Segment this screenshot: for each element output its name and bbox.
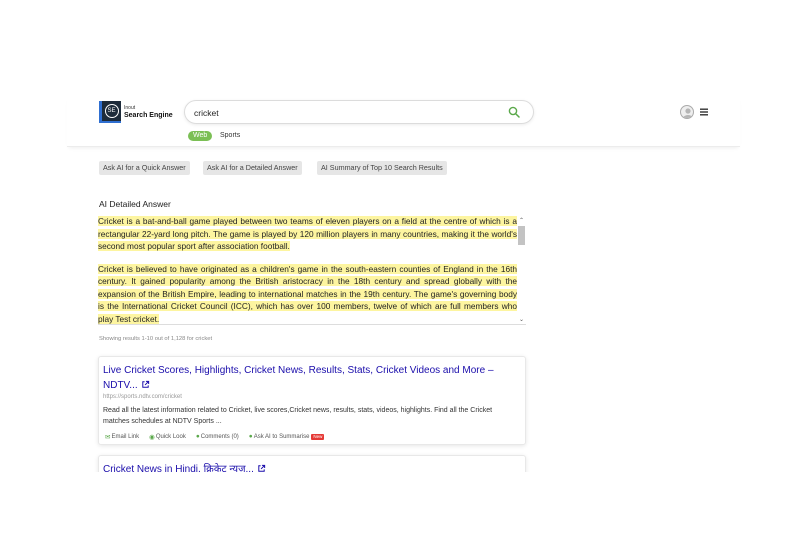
quick-look-button[interactable]: ◉ Quick Look (149, 433, 186, 441)
result-snippet: Read all the latest information related … (103, 407, 493, 425)
ai-answer-title: AI Detailed Answer (99, 199, 171, 209)
result-url: https://sports.ndtv.com/cricket (103, 394, 182, 400)
comments-button[interactable]: ● Comments (0) (196, 433, 239, 440)
result-title-link[interactable]: Live Cricket Scores, Highlights, Cricket… (103, 363, 508, 393)
logo-text: Inout Search Engine (124, 104, 173, 119)
tab-sports[interactable]: Sports (220, 131, 240, 141)
search-result: Live Cricket Scores, Highlights, Cricket… (98, 356, 526, 445)
result-actions: ✉ Email Link ◉ Quick Look ● Comments (0) ● A… (105, 432, 334, 441)
ask-ai-summarise-button[interactable]: ● Ask AI to Summarise New (249, 433, 325, 440)
envelope-icon: ✉ (105, 433, 111, 441)
hamburger-menu-icon[interactable] (699, 108, 709, 116)
scroll-up-arrow-icon[interactable]: ⌃ (517, 217, 526, 225)
ai-answer-paragraph: Cricket is a bat-and-ball game played be… (98, 216, 517, 251)
tab-web[interactable]: Web (188, 131, 213, 141)
chat-icon: ● (248, 433, 253, 440)
search-input[interactable] (194, 106, 494, 120)
scrollbar-thumb[interactable] (518, 226, 525, 245)
ai-answer-content: Cricket is a bat-and-ball game played be… (98, 215, 517, 324)
external-link-icon[interactable] (141, 380, 150, 389)
answer-scrollbar[interactable]: ⌃ ⌄ (517, 217, 526, 324)
results-count: Showing results 1-10 out of 1,128 for cr… (99, 336, 213, 342)
ask-ai-detailed-button[interactable]: Ask AI for a Detailed Answer (203, 161, 302, 175)
comments-icon: ● (195, 433, 200, 440)
logo-line1: Inout (124, 104, 136, 111)
email-link-button[interactable]: ✉ Email Link (105, 433, 139, 441)
logo-line2: Search Engine (124, 111, 173, 119)
ai-answer-panel[interactable]: Cricket is a bat-and-ball game played be… (98, 215, 526, 325)
ai-answer-paragraph: Cricket is believed to have originated a… (98, 263, 517, 324)
logo-mark: SE (99, 101, 121, 123)
eye-icon: ◉ (149, 433, 155, 441)
site-logo[interactable]: SE Inout Search Engine (99, 101, 173, 123)
ai-summary-button[interactable]: AI Summary of Top 10 Search Results (317, 161, 447, 175)
scroll-down-arrow-icon[interactable]: ⌄ (517, 316, 526, 324)
user-avatar-icon[interactable] (680, 105, 694, 119)
viewport-fold (60, 472, 760, 556)
search-box[interactable] (184, 100, 534, 124)
ask-ai-quick-button[interactable]: Ask AI for a Quick Answer (99, 161, 190, 175)
search-icon[interactable] (508, 106, 520, 118)
new-badge: New (311, 433, 325, 440)
